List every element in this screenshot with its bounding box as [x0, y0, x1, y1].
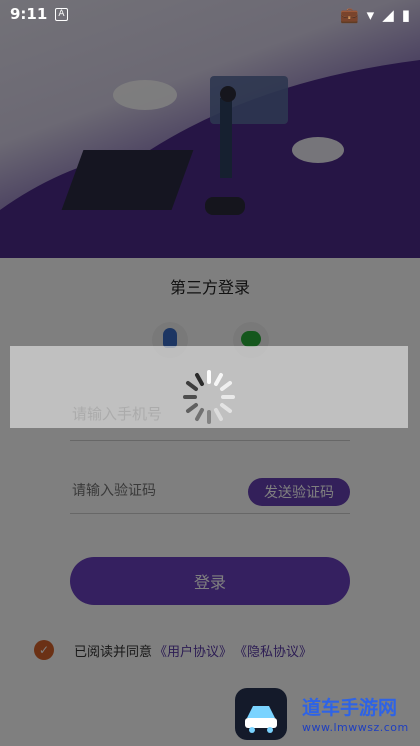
watermark-brand: 道车手游网: [302, 697, 398, 719]
battery-icon: ▮: [401, 6, 410, 24]
signal-icon: ◢: [382, 6, 394, 24]
watermark-text: 道车手游网 www.lmwwsz.com: [302, 698, 409, 738]
watermark-logo: [235, 688, 287, 740]
loading-spinner-icon: [183, 370, 235, 424]
status-bar: 9:11 A 💼 ▾ ◢ ▮: [0, 0, 420, 28]
watermark-url: www.lmwwsz.com: [302, 721, 409, 734]
car-logo-icon: [245, 706, 277, 733]
briefcase-icon: 💼: [339, 6, 359, 24]
status-icons: 💼 ▾ ◢ ▮: [340, 6, 410, 24]
status-time: 9:11: [10, 5, 48, 23]
wifi-icon: ▾: [366, 6, 375, 24]
notification-a-icon: A: [55, 8, 68, 21]
